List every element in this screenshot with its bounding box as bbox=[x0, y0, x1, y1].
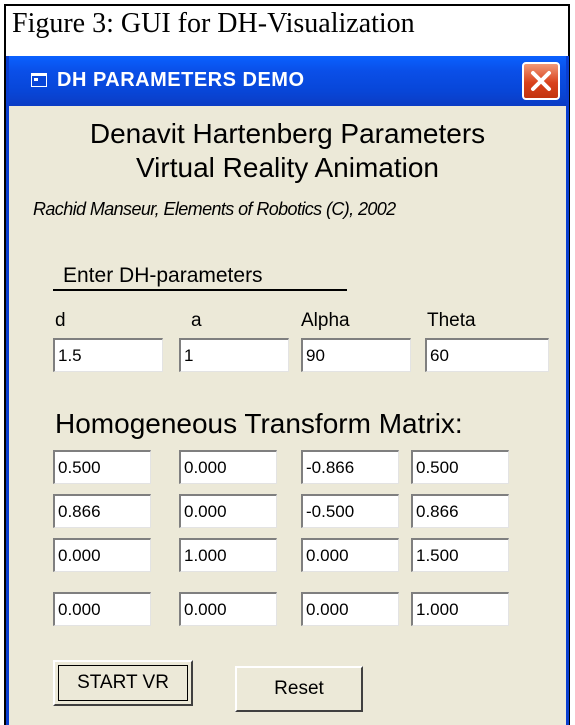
reset-label: Reset bbox=[274, 678, 324, 699]
matrix-cell[interactable]: 1.000 bbox=[411, 592, 509, 626]
credit-text: Rachid Manseur, Elements of Robotics (C)… bbox=[33, 199, 396, 219]
matrix-cell[interactable]: 0.500 bbox=[53, 450, 151, 484]
matrix-cell[interactable]: 0.500 bbox=[411, 450, 509, 484]
label-d: d bbox=[55, 310, 66, 331]
close-icon bbox=[531, 71, 551, 91]
params-underline bbox=[53, 289, 347, 291]
window-title: DH PARAMETERS DEMO bbox=[57, 69, 305, 91]
params-section-label: Enter DH-parameters bbox=[63, 264, 263, 287]
start-vr-button[interactable]: START VR bbox=[53, 660, 193, 706]
label-a: a bbox=[191, 310, 202, 331]
matrix-cell[interactable]: -0.500 bbox=[301, 494, 399, 528]
figure-caption: Figure 3: GUI for DH-Visualization bbox=[12, 8, 415, 39]
matrix-title: Homogeneous Transform Matrix: bbox=[55, 408, 463, 439]
matrix-cell[interactable]: 1.500 bbox=[411, 538, 509, 572]
matrix-cell[interactable]: 0.000 bbox=[301, 538, 399, 572]
title-bar[interactable]: DH PARAMETERS DEMO bbox=[9, 56, 566, 106]
matrix-cell[interactable]: 0.000 bbox=[179, 494, 277, 528]
matrix-cell[interactable]: 0.000 bbox=[53, 538, 151, 572]
start-vr-label: START VR bbox=[77, 672, 169, 693]
a-input[interactable]: 1 bbox=[179, 338, 289, 372]
label-theta: Theta bbox=[427, 310, 476, 331]
theta-input[interactable]: 60 bbox=[425, 338, 549, 372]
d-input[interactable]: 1.5 bbox=[53, 338, 163, 372]
matrix-cell[interactable]: -0.866 bbox=[301, 450, 399, 484]
heading-line-2: Virtual Reality Animation bbox=[136, 152, 439, 183]
app-window-icon bbox=[31, 73, 47, 87]
matrix-cell[interactable]: 0.000 bbox=[301, 592, 399, 626]
matrix-cell[interactable]: 1.000 bbox=[179, 538, 277, 572]
matrix-cell[interactable]: 0.866 bbox=[411, 494, 509, 528]
matrix-cell[interactable]: 0.866 bbox=[53, 494, 151, 528]
alpha-input[interactable]: 90 bbox=[301, 338, 411, 372]
heading-line-1: Denavit Hartenberg Parameters bbox=[89, 118, 486, 149]
matrix-cell[interactable]: 0.000 bbox=[179, 450, 277, 484]
reset-button[interactable]: Reset bbox=[235, 666, 363, 712]
close-button[interactable] bbox=[522, 62, 560, 100]
matrix-cell[interactable]: 0.000 bbox=[53, 592, 151, 626]
label-alpha: Alpha bbox=[301, 310, 350, 331]
matrix-cell[interactable]: 0.000 bbox=[179, 592, 277, 626]
app-window: DH PARAMETERS DEMO Denavit Hartenberg Pa… bbox=[6, 56, 569, 725]
